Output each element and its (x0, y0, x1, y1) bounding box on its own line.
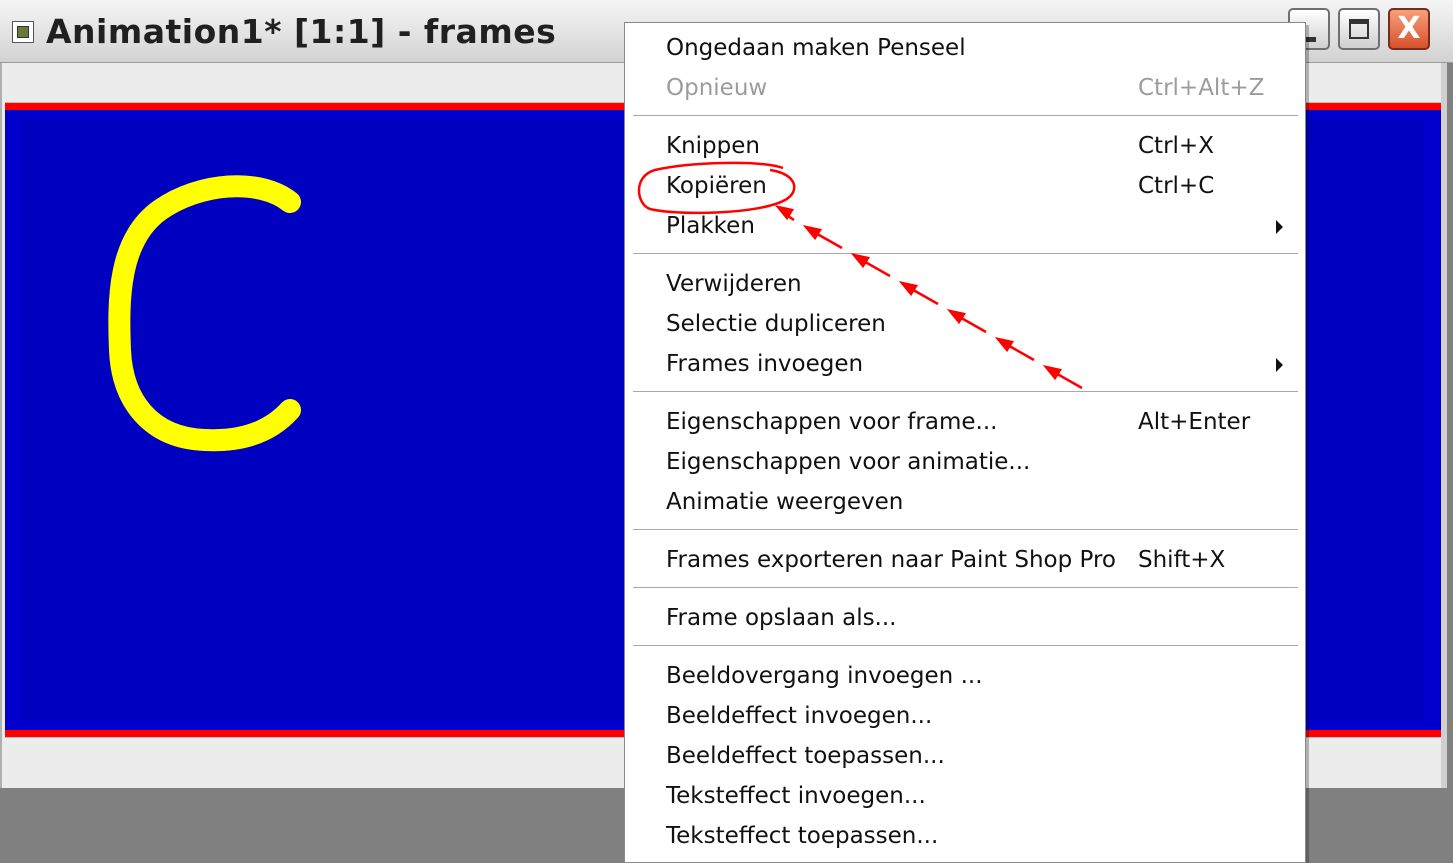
menu-item-beeldeffect-toepassen[interactable]: Beeldeffect toepassen... (625, 737, 1305, 777)
menu-item-kopieren[interactable]: Kopiëren Ctrl+C (625, 167, 1305, 207)
menu-item-opnieuw[interactable]: Opnieuw Ctrl+Alt+Z (625, 69, 1305, 109)
menu-item-teksteffect-invoegen[interactable]: Teksteffect invoegen... (625, 777, 1305, 817)
menu-item-beeldeffect-invoegen[interactable]: Beeldeffect invoegen... (625, 697, 1305, 737)
menu-item-animatie-weergeven[interactable]: Animatie weergeven (625, 483, 1305, 523)
submenu-arrow-icon (1276, 220, 1283, 234)
menu-item-eigenschappen-frame[interactable]: Eigenschappen voor frame... Alt+Enter (625, 403, 1305, 443)
menu-separator (633, 115, 1298, 117)
menu-item-eigenschappen-animatie[interactable]: Eigenschappen voor animatie... (625, 443, 1305, 483)
menu-item-beeldovergang-invoegen[interactable]: Beeldovergang invoegen ... (625, 657, 1305, 697)
menu-item-knippen[interactable]: Knippen Ctrl+X (625, 127, 1305, 167)
menu-item-frames-invoegen[interactable]: Frames invoegen (625, 345, 1305, 385)
menu-separator (633, 529, 1298, 531)
menu-item-selectie-dupliceren[interactable]: Selectie dupliceren (625, 305, 1305, 345)
menu-item-plakken[interactable]: Plakken (625, 207, 1305, 247)
menu-item-ongedaan-maken[interactable]: Ongedaan maken Penseel (625, 29, 1305, 69)
menu-item-frames-exporteren[interactable]: Frames exporteren naar Paint Shop Pro Sh… (625, 541, 1305, 581)
menu-separator (633, 645, 1298, 647)
context-menu: Ongedaan maken Penseel Opnieuw Ctrl+Alt+… (624, 22, 1306, 863)
menu-item-frame-opslaan[interactable]: Frame opslaan als... (625, 599, 1305, 639)
menu-separator (633, 253, 1298, 255)
menu-separator (633, 391, 1298, 393)
menu-item-teksteffect-toepassen[interactable]: Teksteffect toepassen... (625, 817, 1305, 857)
menu-item-verwijderen[interactable]: Verwijderen (625, 265, 1305, 305)
menu-separator (633, 587, 1298, 589)
submenu-arrow-icon (1276, 358, 1283, 372)
